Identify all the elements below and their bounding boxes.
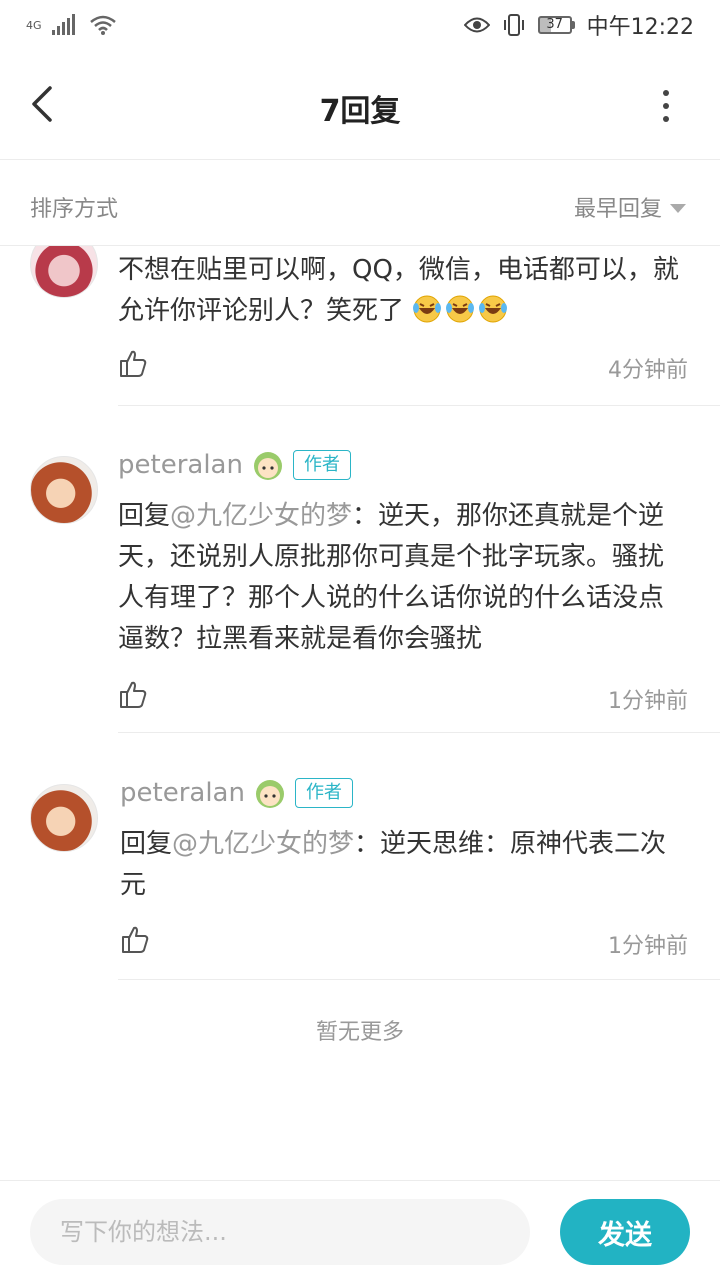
comment-item: peteralan 作者 回复@九亿少女的梦：逆天，那你还真就是个逆天，还说别人… [0, 406, 720, 733]
sort-value: 最早回复 [573, 197, 662, 222]
avatar[interactable] [30, 246, 98, 298]
comment-time: 1分钟前 [608, 934, 688, 959]
comment-time: 4分钟前 [608, 358, 688, 383]
comment-item: 不想在贴里可以啊，QQ，微信，电话都可以，就允许你评论别人？笑死了 4分钟前 [0, 246, 720, 406]
network-type: 4G [26, 18, 42, 32]
username[interactable]: peteralan [118, 450, 243, 480]
avatar[interactable] [30, 456, 98, 524]
sort-label: 排序方式 [30, 197, 119, 222]
caret-down-icon [670, 203, 686, 213]
author-tag: 作者 [294, 778, 353, 808]
composer-bar: 发送 [0, 1180, 720, 1280]
avatar[interactable] [30, 784, 98, 852]
comment-time: 1分钟前 [608, 689, 688, 714]
mention-link[interactable]: @九亿少女的梦 [170, 501, 352, 531]
author-tag: 作者 [292, 450, 351, 480]
divider [118, 732, 720, 733]
signal-icon [52, 14, 75, 35]
comment-header: peteralan 作者 [118, 448, 351, 482]
comment-text: 回复@九亿少女的梦：逆天，那你还真就是个逆天，还说别人原批那你可真是个批字玩家。… [118, 501, 665, 654]
wifi-icon [90, 15, 116, 35]
no-more-label: 暂无更多 [315, 1020, 404, 1045]
reply-page: 4G 37 中午12:22 7回复 排序方式 最早回复 不想在贴里可以啊，QQ，… [0, 0, 720, 1280]
vibrate-icon [503, 14, 524, 36]
more-vertical-icon[interactable] [654, 90, 678, 122]
sort-dropdown[interactable]: 最早回复 [574, 191, 686, 223]
comment-header: peteralan 作者 [120, 776, 353, 810]
comment-input[interactable] [30, 1199, 530, 1265]
thumbs-up-icon[interactable] [120, 924, 150, 954]
thumbs-up-icon[interactable] [118, 679, 148, 709]
laughing-tears-emoji [479, 295, 508, 323]
comment-item: peteralan 作者 回复@九亿少女的梦：逆天思维：原神代表二次元 1分钟前 [0, 734, 720, 980]
sort-bar: 排序方式 最早回复 [0, 161, 720, 246]
thumbs-up-icon[interactable] [118, 348, 148, 378]
comment-list: 不想在贴里可以啊，QQ，微信，电话都可以，就允许你评论别人？笑死了 4分钟前 p… [0, 246, 720, 1180]
battery-level: 37 [537, 16, 572, 34]
send-button[interactable]: 发送 [560, 1199, 690, 1265]
page-title: 7回复 [319, 94, 401, 129]
clock: 中午12:22 [586, 15, 694, 40]
battery-icon: 37 [537, 16, 575, 34]
status-bar: 4G 37 中午12:22 [0, 0, 720, 50]
character-badge-icon [255, 780, 284, 808]
comment-text: 不想在贴里可以啊，QQ，微信，电话都可以，就允许你评论别人？笑死了 [118, 255, 679, 326]
comment-text: 回复@九亿少女的梦：逆天思维：原神代表二次元 [120, 829, 667, 900]
mention-link[interactable]: @九亿少女的梦 [172, 829, 354, 859]
status-right: 37 中午12:22 [463, 9, 694, 41]
eye-icon [463, 17, 490, 33]
divider [118, 979, 720, 980]
status-left: 4G [26, 14, 117, 36]
laughing-tears-emoji [413, 295, 442, 323]
username[interactable]: peteralan [120, 778, 245, 808]
top-nav: 7回复 [0, 50, 720, 160]
character-badge-icon [253, 452, 282, 480]
laughing-tears-emoji [446, 295, 475, 323]
